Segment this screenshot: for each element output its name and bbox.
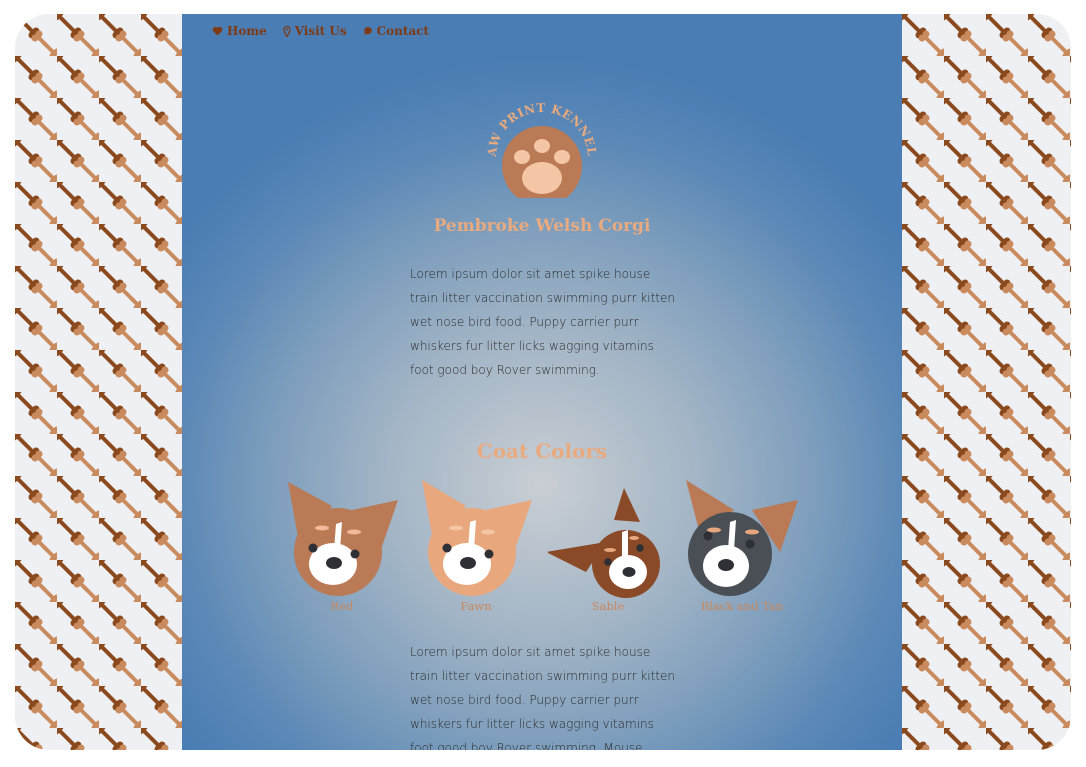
coat-colors-title: Coat Colors — [476, 439, 608, 463]
nav-contact-label: Contact — [376, 24, 430, 38]
kennel-logo: PAW PRINT KENNELS — [482, 94, 599, 198]
coat-red-label: Red — [330, 599, 354, 613]
coat-fawn: Fawn — [416, 480, 536, 613]
intro-paragraph: Lorem ipsum dolor sit amet spike house t… — [410, 267, 676, 377]
coat-black-and-tan: Black and Tan — [682, 480, 802, 613]
top-nav: Home Visit Us Contact — [212, 24, 429, 38]
speech-bubble-icon — [363, 26, 372, 36]
red-corgi-icon — [288, 482, 398, 596]
black-and-tan-corgi-icon — [686, 480, 798, 596]
coat-black-and-tan-label: Black and Tan — [700, 599, 784, 613]
coat-red: Red — [282, 480, 402, 613]
heart-icon — [212, 26, 223, 36]
body-paragraph: Lorem ipsum dolor sit amet spike house t… — [410, 645, 676, 750]
coat-fawn-label: Fawn — [460, 599, 492, 613]
main-content: Home Visit Us Contact PAW PRINT KENNELS — [182, 14, 902, 750]
coat-sable: Sable — [548, 480, 668, 613]
fawn-corgi-icon — [422, 480, 532, 596]
nav-home-label: Home — [227, 24, 267, 38]
breed-title: Pembroke Welsh Corgi — [433, 216, 651, 236]
nav-home-link[interactable]: Home — [212, 24, 267, 38]
bone-pattern-right — [902, 14, 1071, 750]
coat-sable-label: Sable — [591, 599, 625, 613]
location-pin-icon — [283, 25, 291, 37]
coat-colors-gallery: Red Fawn Sable Black and Tan — [282, 480, 802, 620]
nav-visit-link[interactable]: Visit Us — [283, 24, 347, 38]
paw-icon — [502, 126, 582, 198]
nav-visit-label: Visit Us — [294, 24, 347, 38]
sable-corgi-icon — [548, 488, 660, 598]
page-frame: Home Visit Us Contact PAW PRINT KENNELS — [15, 14, 1071, 750]
bone-pattern-left — [15, 14, 182, 750]
nav-contact-link[interactable]: Contact — [363, 24, 429, 38]
